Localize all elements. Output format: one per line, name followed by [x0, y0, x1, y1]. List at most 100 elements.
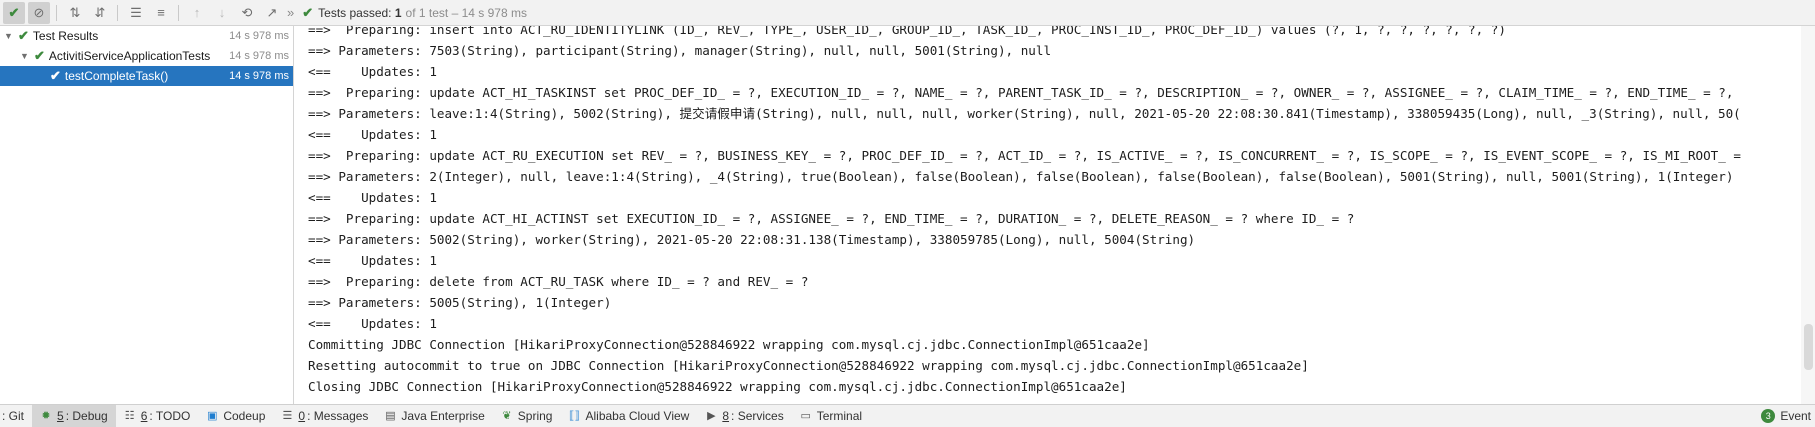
tab-debug-label: : Debug — [65, 409, 108, 423]
alibaba-cloud-icon: ⟦⟧ — [569, 410, 580, 422]
test-runner-toolbar: ✔ ⊘ ⇅ ⇵ ☰ ≡ ↑ ↓ ⟲ ↗ » ✔ Tests passed: 1 … — [0, 0, 1815, 26]
tab-spring-label: Spring — [517, 409, 553, 423]
check-icon: ✔ — [8, 4, 20, 20]
history-icon: ⟲ — [241, 4, 253, 20]
tab-git-label: : Git — [2, 409, 25, 423]
console-line: <== Updates: 1 — [308, 253, 437, 268]
console-line: <== Updates: 1 — [308, 190, 437, 205]
tree-row-label: testCompleteTask() — [64, 69, 169, 83]
tab-alibaba-cloud-view[interactable]: ⟦⟧ Alibaba Cloud View — [560, 405, 697, 427]
tree-row-test-class[interactable]: ▼ ✔ ActivitiServiceApplicationTests 14 s… — [0, 46, 293, 66]
tree-row-time: 14 s 978 ms — [229, 70, 289, 82]
tab-terminal[interactable]: ▭ Terminal — [792, 405, 870, 427]
show-passed-button[interactable]: ✔ — [3, 1, 25, 24]
sort-duration-icon: ⇵ — [94, 4, 106, 20]
export-results-button[interactable]: ↗ — [261, 2, 283, 24]
event-log-button[interactable]: 3 Event — [1761, 405, 1811, 427]
toolbar-separator — [117, 4, 118, 21]
tab-codeup[interactable]: ▣ Codeup — [198, 405, 273, 427]
tree-row-label: Test Results — [32, 29, 99, 43]
event-log-label: Event — [1780, 409, 1811, 423]
tree-row-time: 14 s 978 ms — [229, 50, 289, 62]
test-results-tree: ▼ ✔ Test Results 14 s 978 ms ▼ ✔ Activit… — [0, 26, 294, 404]
debug-icon: ✹ — [41, 410, 51, 422]
toolbar-overflow-button[interactable]: » — [287, 5, 294, 20]
tab-messages[interactable]: ☰ 0: Messages — [273, 405, 376, 427]
console-line: Committing JDBC Connection [HikariProxyC… — [308, 337, 1150, 352]
console-line: <== Updates: 1 — [308, 316, 437, 331]
console-line: Closing JDBC Connection [HikariProxyConn… — [308, 379, 1127, 394]
tree-row-label: ActivitiServiceApplicationTests — [48, 49, 211, 63]
tab-services-number: 8 — [722, 409, 730, 423]
console-line: ==> Parameters: 2(Integer), null, leave:… — [308, 169, 1734, 184]
sort-alphabetically-button[interactable]: ⇅ — [64, 2, 86, 24]
tab-terminal-label: Terminal — [816, 409, 863, 423]
tab-alibaba-cloud-label: Alibaba Cloud View — [585, 409, 690, 423]
status-tail: of 1 test – 14 s 978 ms — [405, 5, 527, 20]
passed-icon: ✔ — [34, 48, 45, 63]
services-icon: ▶ — [707, 410, 716, 422]
tab-java-enterprise[interactable]: ▤ Java Enterprise — [376, 405, 492, 427]
tab-spring[interactable]: ❦ Spring — [493, 405, 561, 427]
expand-all-icon: ☰ — [130, 4, 142, 20]
passed-check-icon: ✔ — [302, 4, 314, 20]
tab-services[interactable]: ▶ 8: Services — [697, 405, 791, 427]
tab-services-label: : Services — [731, 409, 784, 423]
expand-all-button[interactable]: ☰ — [125, 2, 147, 24]
collapse-all-icon: ≡ — [157, 5, 165, 20]
tab-todo-number: 6 — [140, 409, 148, 423]
console-line: <== Updates: 1 — [308, 64, 437, 79]
codeup-icon: ▣ — [207, 410, 218, 422]
console-line: ==> Preparing: delete from ACT_RU_TASK w… — [308, 274, 809, 289]
show-ignored-button[interactable]: ⊘ — [28, 1, 50, 24]
console-line: <== Updates: 1 — [308, 127, 437, 142]
todo-icon: ☷ — [124, 410, 135, 422]
up-arrow-icon: ↑ — [193, 5, 201, 20]
test-status: ✔ Tests passed: 1 of 1 test – 14 s 978 m… — [302, 5, 527, 21]
passed-icon: ✔ — [18, 28, 29, 43]
previous-failed-button[interactable]: ↑ — [186, 2, 208, 24]
tab-git[interactable]: : Git — [0, 405, 32, 427]
console-line: ==> Preparing: insert into ACT_RU_IDENTI… — [308, 26, 1506, 37]
scrollbar-thumb[interactable] — [1804, 324, 1813, 370]
status-count: 1 — [394, 5, 402, 20]
toolbar-separator — [56, 4, 57, 21]
chevron-down-icon[interactable]: ▼ — [4, 31, 14, 41]
export-icon: ↗ — [266, 4, 278, 20]
test-history-button[interactable]: ⟲ — [236, 2, 258, 24]
toolbar-separator — [178, 4, 179, 21]
stop-icon: ⊘ — [33, 4, 45, 20]
console-line: ==> Preparing: update ACT_HI_ACTINST set… — [308, 211, 1355, 226]
spring-icon: ❦ — [502, 410, 512, 422]
tree-row-time: 14 s 978 ms — [229, 30, 289, 42]
tab-messages-number: 0 — [298, 409, 306, 423]
console-line: ==> Preparing: update ACT_RU_EXECUTION s… — [308, 148, 1742, 163]
console-line: Resetting autocommit to true on JDBC Con… — [308, 358, 1309, 373]
tab-todo-label: : TODO — [149, 409, 191, 423]
console-line: ==> Parameters: 5005(String), 1(Integer) — [308, 295, 612, 310]
tab-debug[interactable]: ✹ 5: Debug — [32, 405, 116, 427]
console-scrollbar[interactable] — [1801, 26, 1815, 404]
tab-codeup-label: Codeup — [223, 409, 266, 423]
console-line: ==> Parameters: leave:1:4(String), 5002(… — [308, 106, 1741, 121]
java-enterprise-icon: ▤ — [385, 410, 396, 422]
tab-debug-number: 5 — [57, 409, 64, 423]
terminal-icon: ▭ — [800, 410, 811, 422]
console-line: ==> Parameters: 5002(String), worker(Str… — [308, 232, 1196, 247]
tree-row-test-method[interactable]: ✔ testCompleteTask() 14 s 978 ms — [0, 66, 293, 86]
sort-alpha-icon: ⇅ — [69, 4, 81, 20]
status-label: Tests passed: — [318, 5, 392, 20]
sort-by-duration-button[interactable]: ⇵ — [89, 2, 111, 24]
tab-todo[interactable]: ☷ 6: TODO — [116, 405, 199, 427]
next-failed-button[interactable]: ↓ — [211, 2, 233, 24]
tab-java-enterprise-label: Java Enterprise — [401, 409, 485, 423]
collapse-all-button[interactable]: ≡ — [150, 2, 172, 24]
tab-messages-label: : Messages — [307, 409, 369, 423]
chevron-down-icon[interactable]: ▼ — [20, 51, 30, 61]
tree-row-test-results[interactable]: ▼ ✔ Test Results 14 s 978 ms — [0, 26, 293, 46]
console-output[interactable]: ==> Preparing: insert into ACT_RU_IDENTI… — [294, 26, 1794, 404]
passed-icon: ✔ — [50, 68, 61, 83]
event-count-badge: 3 — [1761, 409, 1776, 423]
tool-window-bar: : Git ✹ 5: Debug ☷ 6: TODO ▣ Codeup ☰ 0:… — [0, 404, 1815, 427]
console-line: ==> Parameters: 7503(String), participan… — [308, 43, 1052, 58]
